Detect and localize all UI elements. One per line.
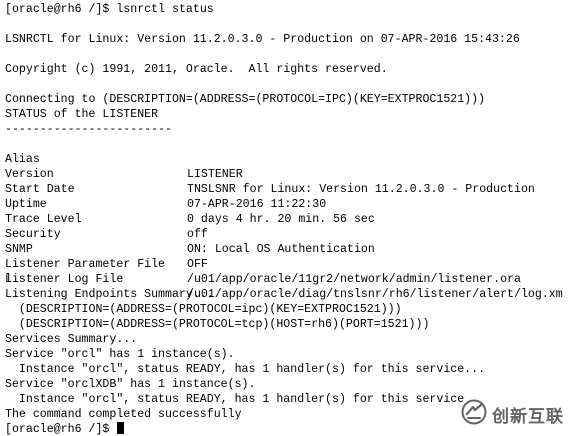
shell-prompt: [oracle@rh6 /]$ [5, 423, 117, 436]
shell-prompt: [oracle@rh6 /]$ [5, 3, 117, 16]
service-orcl: Service "orcl" has 1 instance(s). [5, 348, 235, 361]
text-cursor [117, 422, 125, 434]
status-row: Trace Level off [0, 197, 570, 241]
instance-orclxdb: Instance "orcl", status READY, has 1 han… [5, 393, 465, 406]
status-row: Alias LISTENER [0, 137, 570, 181]
command-text: lsnrctl status [116, 3, 214, 16]
status-row: Listener Log File /u01/app/oracle/diag/t… [0, 257, 570, 301]
endpoint-tcp: (DESCRIPTION=(ADDRESS=(PROTOCOL=tcp)(HOS… [5, 318, 430, 331]
command-line: [oracle@rh6 /]$ lsnrctl status [5, 2, 214, 17]
endpoints-header: Listening Endpoints Summary... [5, 288, 214, 301]
brand-watermark: 创新互联 [461, 399, 564, 430]
status-row: Version TNSLSNR for Linux: Version 11.2.… [0, 152, 570, 196]
instance-orcl: Instance "orcl", status READY, has 1 han… [5, 363, 486, 376]
status-row: Security ON: Local OS Authentication [0, 212, 570, 256]
status-header: STATUS of the LISTENER [5, 108, 159, 121]
lsnrctl-banner: LSNRCTL for Linux: Version 11.2.0.3.0 - … [5, 33, 520, 46]
connecting-line: Connecting to (DESCRIPTION=(ADDRESS=(PRO… [5, 93, 486, 106]
copyright-line: Copyright (c) 1991, 2011, Oracle. All ri… [5, 63, 388, 76]
endpoint-ipc: (DESCRIPTION=(ADDRESS=(PROTOCOL=ipc)(KEY… [5, 303, 402, 316]
brand-watermark-text: 创新互联 [492, 407, 564, 427]
status-value: /u01/app/oracle/11gr2/network/admin/list… [187, 273, 521, 286]
status-row: Listener Parameter File /u01/app/oracle/… [0, 242, 570, 286]
log-path-wrap: l [5, 273, 12, 286]
status-key: Listener Log File [5, 273, 124, 286]
terminal-window[interactable]: [oracle@rh6 /]$ lsnrctl status LSNRCTL f… [0, 0, 570, 436]
status-value: /u01/app/oracle/diag/tnslsnr/rh6/listene… [187, 288, 563, 301]
status-row: SNMP OFF [0, 227, 570, 271]
brand-logo-icon [461, 399, 487, 430]
completion-message: The command completed successfully [5, 408, 242, 421]
status-row: Start Date 07-APR-2016 11:22:30 [0, 167, 570, 211]
final-prompt-line[interactable]: [oracle@rh6 /]$ [5, 422, 125, 436]
status-row: Uptime 0 days 4 hr. 20 min. 56 sec [0, 182, 570, 226]
separator-line: ------------------------ [5, 123, 172, 136]
service-orclxdb: Service "orclXDB" has 1 instance(s). [5, 378, 256, 391]
services-header: Services Summary... [5, 333, 138, 346]
